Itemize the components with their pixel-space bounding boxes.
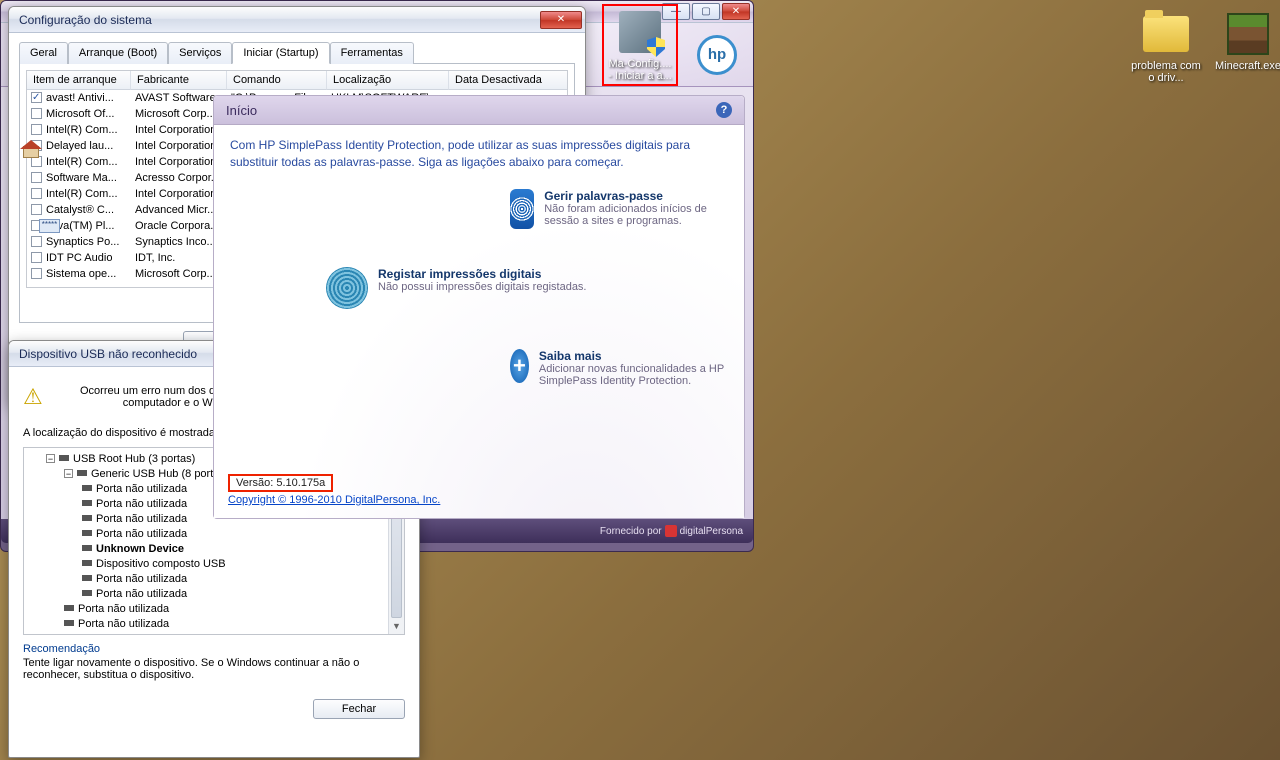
recommendation-text: Tente ligar novamente o dispositivo. Se … xyxy=(23,657,405,681)
home-icon xyxy=(20,140,40,158)
row-checkbox[interactable] xyxy=(31,172,42,183)
tree-leaf-unknown: Unknown Device xyxy=(82,542,400,557)
intro-text: Com HP SimplePass Identity Protection, p… xyxy=(230,137,728,171)
warning-icon: ⚠ xyxy=(23,383,43,411)
usb-icon xyxy=(82,530,92,536)
maximize-button[interactable]: ▢ xyxy=(692,3,720,20)
tab-ferramentas[interactable]: Ferramentas xyxy=(330,42,414,64)
usb-icon xyxy=(82,485,92,491)
tree-leaf: Porta não utilizada xyxy=(82,527,400,542)
card-sub: Não foram adicionados inícios de sessão … xyxy=(544,203,728,227)
icon-label: Ma-Config.... - Iniciar a a... xyxy=(606,58,674,82)
window-title: Configuração do sistema xyxy=(19,13,152,27)
usb-icon xyxy=(59,455,69,461)
desktop-icon-maconfig[interactable]: Ma-Config.... - Iniciar a a... xyxy=(602,4,678,86)
tab-arranque[interactable]: Arranque (Boot) xyxy=(68,42,168,64)
usb-icon xyxy=(82,575,92,581)
tabbar: Geral Arranque (Boot) Serviços Iniciar (… xyxy=(19,41,575,64)
row-checkbox[interactable] xyxy=(31,252,42,263)
version-label: Versão: 5.10.175a xyxy=(228,474,333,492)
recommendation-header: Recomendação xyxy=(23,643,405,655)
row-checkbox[interactable] xyxy=(31,108,42,119)
icon-label: problema com o driv... xyxy=(1128,60,1204,84)
row-checkbox[interactable] xyxy=(31,92,42,103)
server-icon xyxy=(619,11,661,53)
row-checkbox[interactable] xyxy=(31,188,42,199)
collapse-icon[interactable]: − xyxy=(64,469,73,478)
usb-icon xyxy=(64,605,74,611)
tree-leaf: Porta não utilizada xyxy=(64,617,400,632)
help-icon[interactable]: ? xyxy=(716,102,732,118)
row-checkbox[interactable] xyxy=(31,236,42,247)
titlebar[interactable]: Configuração do sistema ✕ xyxy=(9,7,585,33)
row-checkbox[interactable] xyxy=(31,124,42,135)
hp-brand-icon: hp xyxy=(697,35,737,75)
tree-leaf: Dispositivo composto USB xyxy=(82,557,400,572)
icon-label: Minecraft.exe xyxy=(1210,60,1280,72)
usb-icon xyxy=(77,470,87,476)
desktop-icon-folder-problema[interactable]: problema com o driv... xyxy=(1128,10,1204,84)
usb-icon xyxy=(82,560,92,566)
desktop-icon-minecraft[interactable]: Minecraft.exe xyxy=(1210,10,1280,72)
collapse-icon[interactable]: − xyxy=(46,454,55,463)
section-title: Início xyxy=(226,103,257,118)
col-fabricante[interactable]: Fabricante xyxy=(131,71,227,90)
usb-icon xyxy=(82,515,92,521)
grid-header: Item de arranque Fabricante Comando Loca… xyxy=(27,71,567,90)
minecraft-icon xyxy=(1227,13,1269,55)
hp-main: Início ? Com HP SimplePass Identity Prot… xyxy=(213,95,745,519)
folder-icon xyxy=(1143,16,1189,52)
card-sub: Adicionar novas funcionalidades a HP Sim… xyxy=(539,363,728,387)
col-item[interactable]: Item de arranque xyxy=(27,71,131,90)
col-comando[interactable]: Comando xyxy=(227,71,327,90)
password-manager-icon xyxy=(39,219,60,233)
tree-leaf: Porta não utilizada xyxy=(82,572,400,587)
usb-icon xyxy=(82,590,92,596)
copyright-link[interactable]: Copyright © 1996-2010 DigitalPersona, In… xyxy=(228,494,440,506)
col-localizacao[interactable]: Localização xyxy=(327,71,449,90)
tree-leaf: Porta não utilizada xyxy=(64,602,400,617)
usb-icon xyxy=(82,500,92,506)
card-title[interactable]: Gerir palavras-passe xyxy=(544,189,663,203)
row-checkbox[interactable] xyxy=(31,268,42,279)
col-data[interactable]: Data Desactivada xyxy=(449,71,568,90)
card-title[interactable]: Registar impressões digitais xyxy=(378,267,541,281)
window-title: Dispositivo USB não reconhecido xyxy=(19,347,197,361)
tab-servicos[interactable]: Serviços xyxy=(168,42,232,64)
card-title[interactable]: Saiba mais xyxy=(539,349,602,363)
usb-icon xyxy=(64,620,74,626)
card-sub: Não possui impressões digitais registada… xyxy=(378,281,587,293)
manage-passwords-icon xyxy=(510,189,534,229)
tab-iniciar[interactable]: Iniciar (Startup) xyxy=(232,42,329,64)
usb-icon xyxy=(82,545,92,551)
add-icon: + xyxy=(510,349,529,383)
close-btn[interactable]: Fechar xyxy=(313,699,405,719)
fingerprint-big-icon xyxy=(326,267,368,309)
close-button[interactable]: ✕ xyxy=(722,3,750,20)
close-button[interactable]: ✕ xyxy=(540,11,582,29)
uac-shield-icon xyxy=(647,37,665,57)
tab-geral[interactable]: Geral xyxy=(19,42,68,64)
tree-leaf: Porta não utilizada xyxy=(82,587,400,602)
digitalpersona-badge-icon xyxy=(665,525,677,537)
row-checkbox[interactable] xyxy=(31,204,42,215)
